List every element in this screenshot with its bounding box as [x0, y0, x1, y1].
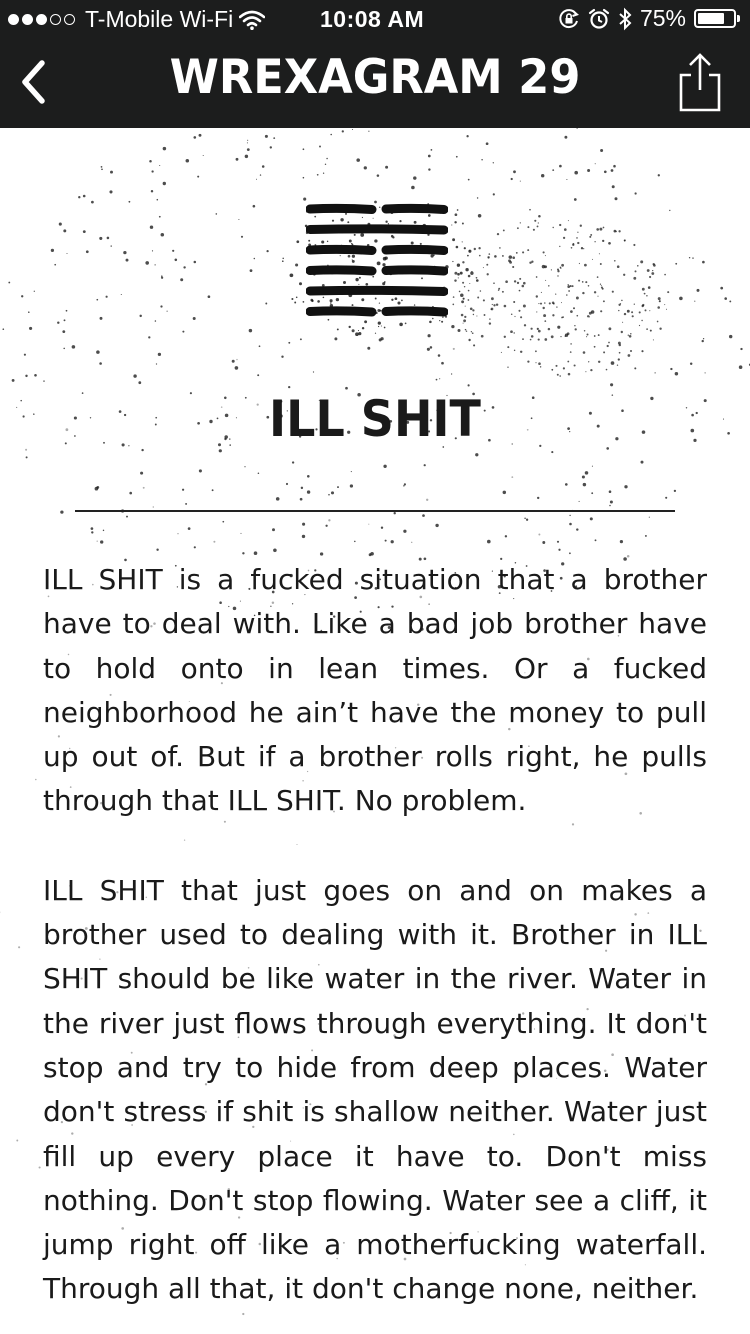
hexagram-line: [306, 224, 448, 235]
app-screen: T-Mobile Wi-Fi 10:08 AM 75% WREXAGRAM 29…: [0, 0, 750, 1334]
body-paragraph: ILL SHIT that just goes on and on makes …: [43, 873, 707, 1306]
status-time: 10:08 AM: [320, 6, 425, 32]
signal-strength-icon: [8, 14, 75, 25]
hexagram-line: [381, 265, 448, 276]
bluetooth-icon: [619, 7, 632, 30]
battery-icon: [694, 9, 740, 28]
share-button[interactable]: [676, 52, 724, 114]
top-bar: T-Mobile Wi-Fi 10:08 AM 75% WREXAGRAM 29: [0, 0, 750, 128]
status-bar-right: 75%: [558, 5, 740, 32]
hexagram-line: [306, 306, 377, 317]
body-text: ILL SHIT is a fucked situation that a br…: [43, 558, 707, 1334]
carrier-label: T-Mobile Wi-Fi: [85, 6, 234, 32]
wifi-icon: [239, 10, 266, 30]
hexagram-line: [381, 203, 448, 214]
hexagram-line: [306, 244, 377, 255]
share-icon: [679, 53, 721, 112]
hexagram-line: [381, 244, 448, 255]
body-paragraph: ILL SHIT is a fucked situation that a br…: [43, 563, 707, 818]
status-bar: T-Mobile Wi-Fi 10:08 AM 75%: [0, 0, 750, 40]
card-content: ILL SHIT ILL SHIT is a fucked situation …: [0, 128, 750, 1334]
title-divider: [75, 510, 675, 512]
battery-level: [698, 13, 724, 24]
hexagram-line: [381, 306, 448, 317]
signal-dot: [36, 14, 47, 25]
hexagram-line: [306, 285, 448, 296]
signal-dot: [8, 14, 19, 25]
battery-percent: 75%: [639, 5, 686, 31]
battery-tip: [737, 15, 740, 22]
signal-dot: [64, 14, 75, 25]
card-title: ILL SHIT: [269, 390, 481, 448]
status-bar-left: T-Mobile Wi-Fi: [8, 6, 266, 33]
nav-title: WREXAGRAM 29: [169, 50, 581, 105]
alarm-icon: [588, 8, 610, 29]
signal-dot: [50, 14, 61, 25]
hexagram-line: [306, 265, 377, 276]
signal-dot: [22, 14, 33, 25]
hexagram-line: [306, 203, 377, 214]
orientation-lock-icon: [559, 8, 579, 28]
hexagram-icon: [306, 203, 448, 317]
nav-bar: WREXAGRAM 29: [0, 40, 750, 128]
